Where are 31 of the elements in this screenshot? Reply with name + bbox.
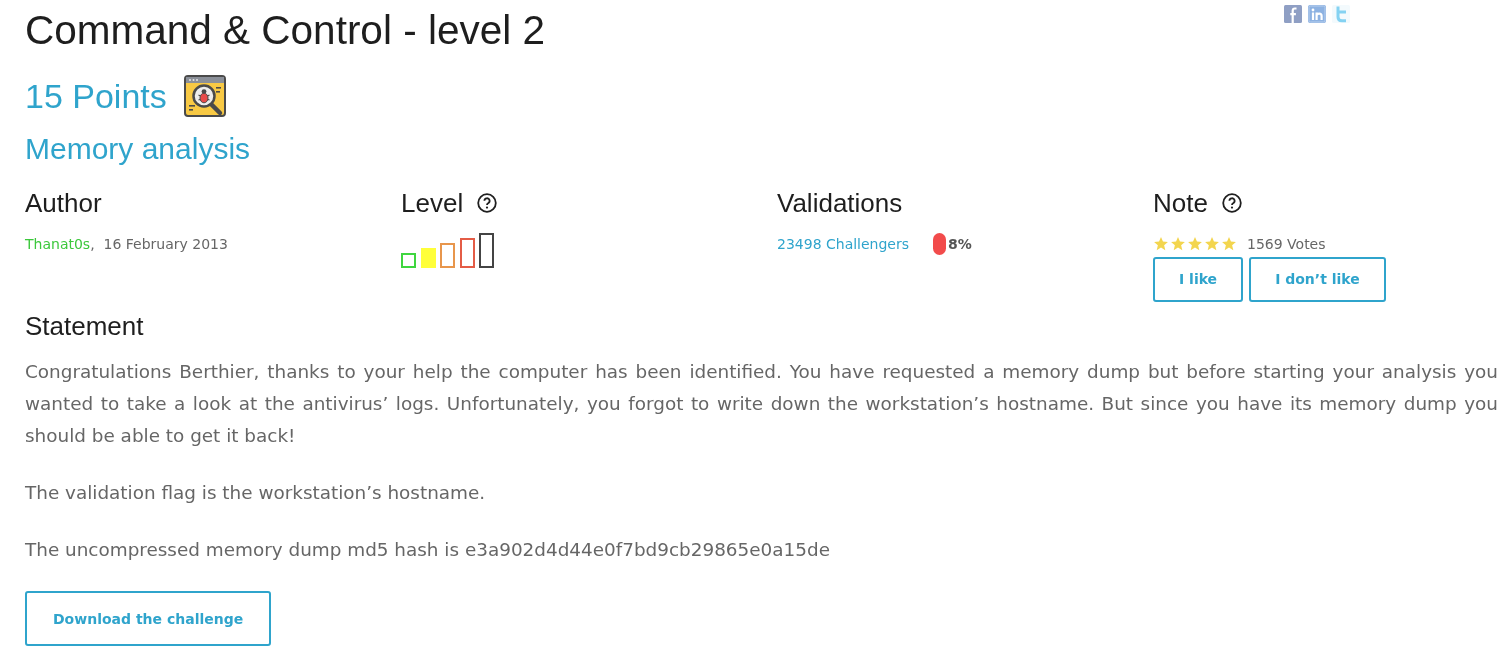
star-icon (1204, 236, 1220, 251)
note-heading: Note (1153, 187, 1208, 219)
vote-button[interactable]: I don’t like (1249, 256, 1386, 302)
download-button[interactable]: Download the challenge (25, 591, 272, 646)
points-value: 15 Points (25, 76, 167, 117)
publish-date: , 16 February 2013 (90, 235, 228, 254)
statement-paragraph: The validation flag is the workstation’s hostname. (25, 481, 487, 505)
statement-paragraph: Congratulations Berthier, thanks to your help the computer has been identified. You have requested a memory dump but before starting your analysis you wanted to take a look at the antivirus’ logs. Unfortunately, you forgot to write down the workstation’s hostname. But since you have its memory dump you should be able to get it back! (25, 360, 1498, 448)
help-icon[interactable] (477, 193, 498, 213)
level-heading: Level (401, 187, 464, 219)
vote-count: 1569 Votes (1247, 235, 1326, 252)
statement-heading: Statement (25, 310, 145, 342)
star-icon (1221, 236, 1237, 251)
help-icon[interactable] (1221, 193, 1242, 213)
vote-button[interactable]: I like (1153, 256, 1244, 302)
twitter-icon[interactable] (1332, 5, 1350, 23)
magnifier-bug-icon (183, 75, 226, 117)
star-icon (1153, 236, 1169, 251)
rate-pill-icon (933, 233, 947, 255)
star-icon (1170, 236, 1186, 251)
challengers-link[interactable]: 23498 Challengers (777, 233, 910, 255)
validations-heading: Validations (777, 187, 904, 219)
star-icon (1187, 236, 1203, 251)
author-heading: Author (25, 187, 103, 219)
category-title: Memory analysis (25, 131, 252, 167)
facebook-icon[interactable] (1284, 5, 1302, 23)
statement-paragraph: The uncompressed memory dump md5 hash is e3a902d4d44e0f7bd9cb29865e0a15de (25, 538, 831, 562)
author-link[interactable]: Thanat0s (25, 233, 91, 255)
linkedin-icon[interactable] (1308, 5, 1326, 23)
validation-rate: 8% (948, 235, 972, 254)
challenge-title: Command & Control - level 2 (25, 6, 545, 54)
